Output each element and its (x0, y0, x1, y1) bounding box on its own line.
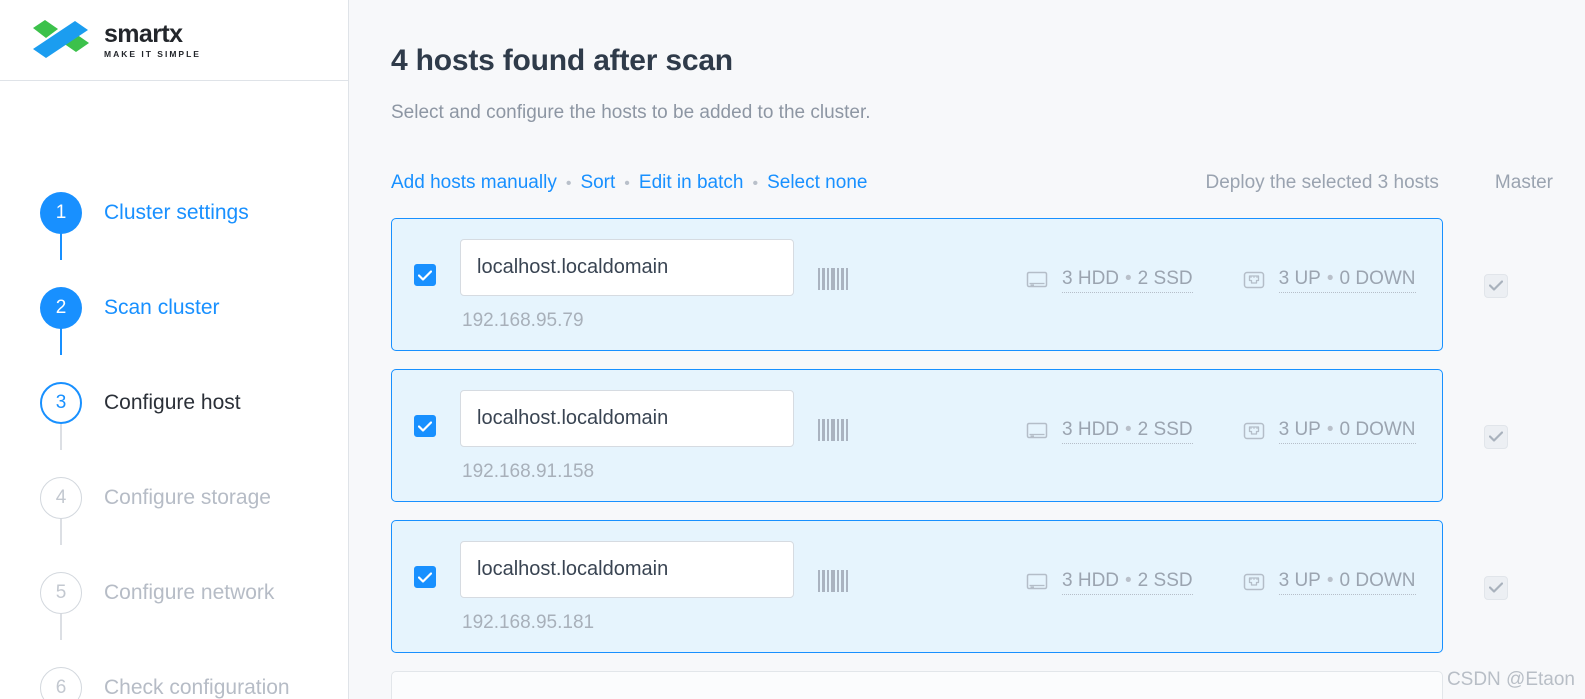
host-row: 192.168.95.181 (391, 520, 1585, 653)
link-separator-3: • (752, 175, 759, 192)
host-select-checkbox[interactable] (414, 566, 436, 588)
step-number-4: 4 (40, 476, 82, 519)
master-cell (1443, 272, 1548, 298)
host-stats: 3 HDD • 2 SSD 3 UP • 0 DOWN (1024, 569, 1416, 595)
hostname-input[interactable] (460, 541, 794, 598)
host-row: 192.168.91.158 (391, 369, 1585, 502)
ethernet-port-icon (1241, 569, 1267, 595)
host-ip-address: 192.168.91.158 (462, 461, 595, 482)
network-stat-text: 3 UP • 0 DOWN (1278, 419, 1416, 444)
toolbar: Add hosts manually • Sort • Edit in batc… (391, 172, 1585, 198)
step-number-3: 3 (40, 381, 82, 424)
host-select-checkbox[interactable] (414, 415, 436, 437)
edit-in-batch-link[interactable]: Edit in batch (639, 172, 744, 194)
disk-stat[interactable]: 3 HDD • 2 SSD (1024, 418, 1193, 444)
step-label-2: Scan cluster (104, 295, 220, 319)
step-label-1: Cluster settings (104, 200, 249, 224)
hostname-input[interactable] (460, 390, 794, 447)
host-ip-address: 192.168.95.79 (462, 310, 584, 331)
ethernet-port-icon (1241, 418, 1267, 444)
deploy-selected-label: Deploy the selected 3 hosts (1205, 172, 1439, 193)
sidebar-step-configure-network[interactable]: 5 Configure network (0, 545, 348, 640)
host-card[interactable]: 192.168.95.79 (391, 218, 1443, 351)
select-none-link[interactable]: Select none (767, 172, 867, 194)
master-cell (1443, 423, 1548, 449)
step-number-1: 1 (40, 191, 82, 234)
step-label-5: Configure network (104, 580, 275, 604)
host-name-block: 192.168.95.79 (460, 239, 794, 332)
brand-wordmark: smartx MAKE IT SIMPLE (104, 19, 201, 59)
sidebar-step-configure-storage[interactable]: 4 Configure storage (0, 450, 348, 545)
link-separator-1: • (565, 175, 572, 192)
page-subtitle: Select and configure the hosts to be add… (391, 102, 871, 123)
step-label-4: Configure storage (104, 485, 271, 509)
wizard-steps: 1 Cluster settings 2 Scan cluster 3 Conf… (0, 81, 348, 699)
network-stat[interactable]: 3 UP • 0 DOWN (1241, 418, 1416, 444)
step-number-5: 5 (40, 571, 82, 614)
link-separator-2: • (624, 175, 630, 192)
host-row: 192.168.95.79 (391, 218, 1585, 351)
master-checkbox-disabled (1483, 575, 1508, 600)
add-hosts-manually-link[interactable]: Add hosts manually (391, 172, 557, 194)
sidebar-step-configure-host[interactable]: 3 Configure host (0, 355, 348, 450)
host-list: 192.168.95.79 (391, 218, 1585, 699)
brand-name: smartx (104, 19, 183, 48)
sidebar-step-check-configuration[interactable]: 6 Check configuration (0, 640, 348, 699)
host-card[interactable] (391, 671, 1443, 699)
hard-disk-icon (1024, 569, 1050, 595)
host-stats: 3 HDD • 2 SSD 3 UP • 0 DOWN (1024, 267, 1416, 293)
host-row (391, 671, 1585, 699)
host-select-checkbox[interactable] (414, 264, 436, 286)
disk-stat-text: 3 HDD • 2 SSD (1062, 268, 1193, 293)
master-cell (1443, 574, 1548, 600)
network-stat[interactable]: 3 UP • 0 DOWN (1241, 267, 1416, 293)
barcode-icon (818, 268, 848, 290)
network-stat-text: 3 UP • 0 DOWN (1278, 570, 1416, 595)
master-checkbox-disabled (1483, 424, 1508, 449)
master-checkbox-disabled (1483, 273, 1508, 298)
step-label-6: Check configuration (104, 675, 290, 699)
disk-stat-text: 3 HDD • 2 SSD (1062, 419, 1193, 444)
ethernet-port-icon (1241, 267, 1267, 293)
host-name-block: 192.168.95.181 (460, 541, 794, 634)
disk-stat[interactable]: 3 HDD • 2 SSD (1024, 267, 1193, 293)
host-name-block: 192.168.91.158 (460, 390, 794, 483)
app-root: smartx MAKE IT SIMPLE 1 Cluster settings… (0, 0, 1585, 699)
watermark: CSDN @Etaon (1446, 669, 1575, 690)
host-card[interactable]: 192.168.91.158 (391, 369, 1443, 502)
disk-stat[interactable]: 3 HDD • 2 SSD (1024, 569, 1193, 595)
network-stat-text: 3 UP • 0 DOWN (1278, 268, 1416, 293)
main-content: 4 hosts found after scan Select and conf… (349, 0, 1585, 699)
brand-tagline: MAKE IT SIMPLE (104, 48, 201, 59)
hostname-input[interactable] (460, 239, 794, 296)
toolbar-right: Deploy the selected 3 hosts Master (1206, 172, 1585, 194)
host-stats: 3 HDD • 2 SSD 3 UP • 0 DOWN (1024, 418, 1416, 444)
network-stat[interactable]: 3 UP • 0 DOWN (1241, 569, 1416, 595)
toolbar-links: Add hosts manually • Sort • Edit in batc… (391, 172, 867, 194)
disk-stat-text: 3 HDD • 2 SSD (1062, 570, 1193, 595)
master-column-header: Master (1494, 172, 1553, 193)
step-number-6: 6 (40, 666, 82, 699)
smartx-logo-icon (32, 19, 90, 61)
hard-disk-icon (1024, 267, 1050, 293)
step-number-2: 2 (40, 286, 82, 329)
barcode-icon (818, 570, 848, 592)
host-ip-address: 192.168.95.181 (462, 612, 595, 633)
step-label-3: Configure host (104, 390, 241, 414)
hard-disk-icon (1024, 418, 1050, 444)
page-title: 4 hosts found after scan (391, 44, 733, 77)
sidebar-step-cluster-settings[interactable]: 1 Cluster settings (0, 165, 348, 260)
sidebar-step-scan-cluster[interactable]: 2 Scan cluster (0, 260, 348, 355)
barcode-icon (818, 419, 848, 441)
sort-link[interactable]: Sort (580, 172, 615, 194)
host-card[interactable]: 192.168.95.181 (391, 520, 1443, 653)
sidebar: smartx MAKE IT SIMPLE 1 Cluster settings… (0, 0, 349, 699)
brand-header: smartx MAKE IT SIMPLE (0, 0, 348, 81)
